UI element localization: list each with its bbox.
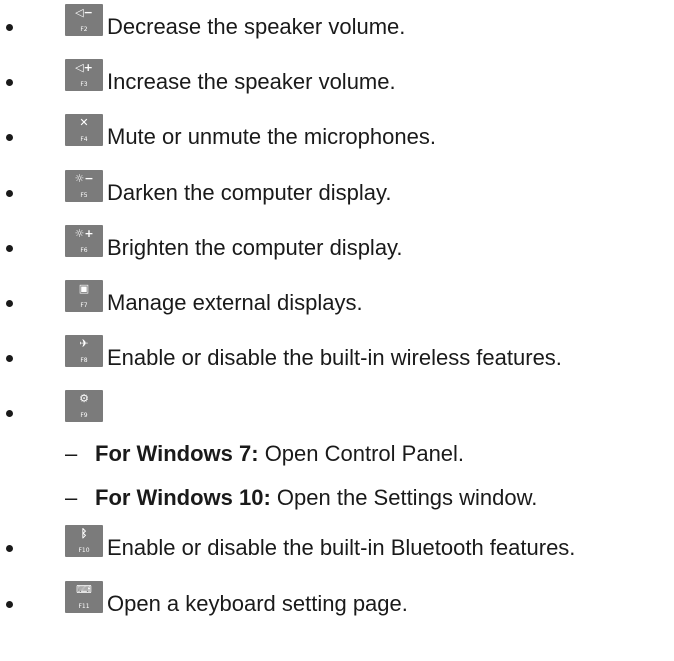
item-description: Increase the speaker volume. [107,69,396,94]
sub-item-description: Open Control Panel. [258,441,465,466]
list-item: ⌨ F11 Open a keyboard setting page. [0,577,674,617]
dash: – [65,441,78,466]
sub-list-item: – For Windows 10: Open the Settings wind… [0,485,674,525]
brightness-increase-icon: ☼+ [74,227,94,240]
item-description: Enable or disable the built-in Bluetooth… [107,535,576,560]
sub-item-description: Open the Settings window. [270,485,538,510]
item-description: Manage external displays. [107,290,363,315]
item-description: Open a keyboard setting page. [107,591,408,616]
function-key-f9: ⚙ F9 [65,390,103,422]
sub-item-label: For Windows 10: [95,485,271,510]
function-key-f7: ▣ F7 [65,280,103,312]
list-item: ✈ F8 Enable or disable the built-in wire… [0,331,674,371]
key-label: F8 [80,357,88,364]
bullet [6,134,13,141]
bullet [6,601,13,608]
list-item: ᛒ F10 Enable or disable the built-in Blu… [0,521,674,561]
function-key-f6: ☼+ F6 [65,225,103,257]
function-key-f5: ☼− F5 [65,170,103,202]
item-description: Brighten the computer display. [107,235,403,260]
key-label: F10 [78,547,90,554]
bullet [6,245,13,252]
item-description: Enable or disable the built-in wireless … [107,345,562,370]
item-description: Mute or unmute the microphones. [107,124,436,149]
bullet [6,300,13,307]
function-key-f4: ✕ F4 [65,114,103,146]
wireless-off-icon: ✈ [79,337,89,350]
bullet [6,410,13,417]
key-label: F2 [80,26,88,33]
key-label: F3 [80,81,88,88]
brightness-decrease-icon: ☼− [74,172,94,185]
microphone-mute-icon: ✕ [79,116,89,129]
bullet [6,79,13,86]
key-label: F7 [80,302,88,309]
bluetooth-icon: ᛒ [80,527,88,540]
sub-item-text: For Windows 10: Open the Settings window… [95,485,537,511]
bullet [6,545,13,552]
key-label: F11 [78,603,90,610]
key-label: F9 [80,412,88,419]
list-item: ▣ F7 Manage external displays. [0,276,674,316]
list-item: ✕ F4 Mute or unmute the microphones. [0,110,674,150]
list-item: ☼+ F6 Brighten the computer display. [0,221,674,261]
sub-item-text: For Windows 7: Open Control Panel. [95,441,464,467]
bullet [6,24,13,31]
function-key-f11: ⌨ F11 [65,581,103,613]
list-item: ◁− F2 Decrease the speaker volume. [0,0,674,40]
keyboard-icon: ⌨ [76,583,92,596]
function-key-f8: ✈ F8 [65,335,103,367]
function-key-f3: ◁+ F3 [65,59,103,91]
item-description: Decrease the speaker volume. [107,14,406,39]
dash: – [65,485,78,510]
function-key-f2: ◁− F2 [65,4,103,36]
key-label: F5 [80,192,88,199]
sub-item-label: For Windows 7: [95,441,259,466]
bullet [6,190,13,197]
speaker-decrease-icon: ◁− [75,6,93,19]
function-key-f10: ᛒ F10 [65,525,103,557]
list-item: ⚙ F9 [0,386,674,426]
key-label: F6 [80,247,88,254]
external-display-icon: ▣ [78,282,90,295]
speaker-increase-icon: ◁+ [75,61,93,74]
list-item: ◁+ F3 Increase the speaker volume. [0,55,674,95]
list-item: ☼− F5 Darken the computer display. [0,166,674,206]
item-description: Darken the computer display. [107,180,392,205]
bullet [6,355,13,362]
key-label: F4 [80,136,88,143]
settings-gear-icon: ⚙ [79,392,89,405]
sub-list-item: – For Windows 7: Open Control Panel. [0,441,674,481]
